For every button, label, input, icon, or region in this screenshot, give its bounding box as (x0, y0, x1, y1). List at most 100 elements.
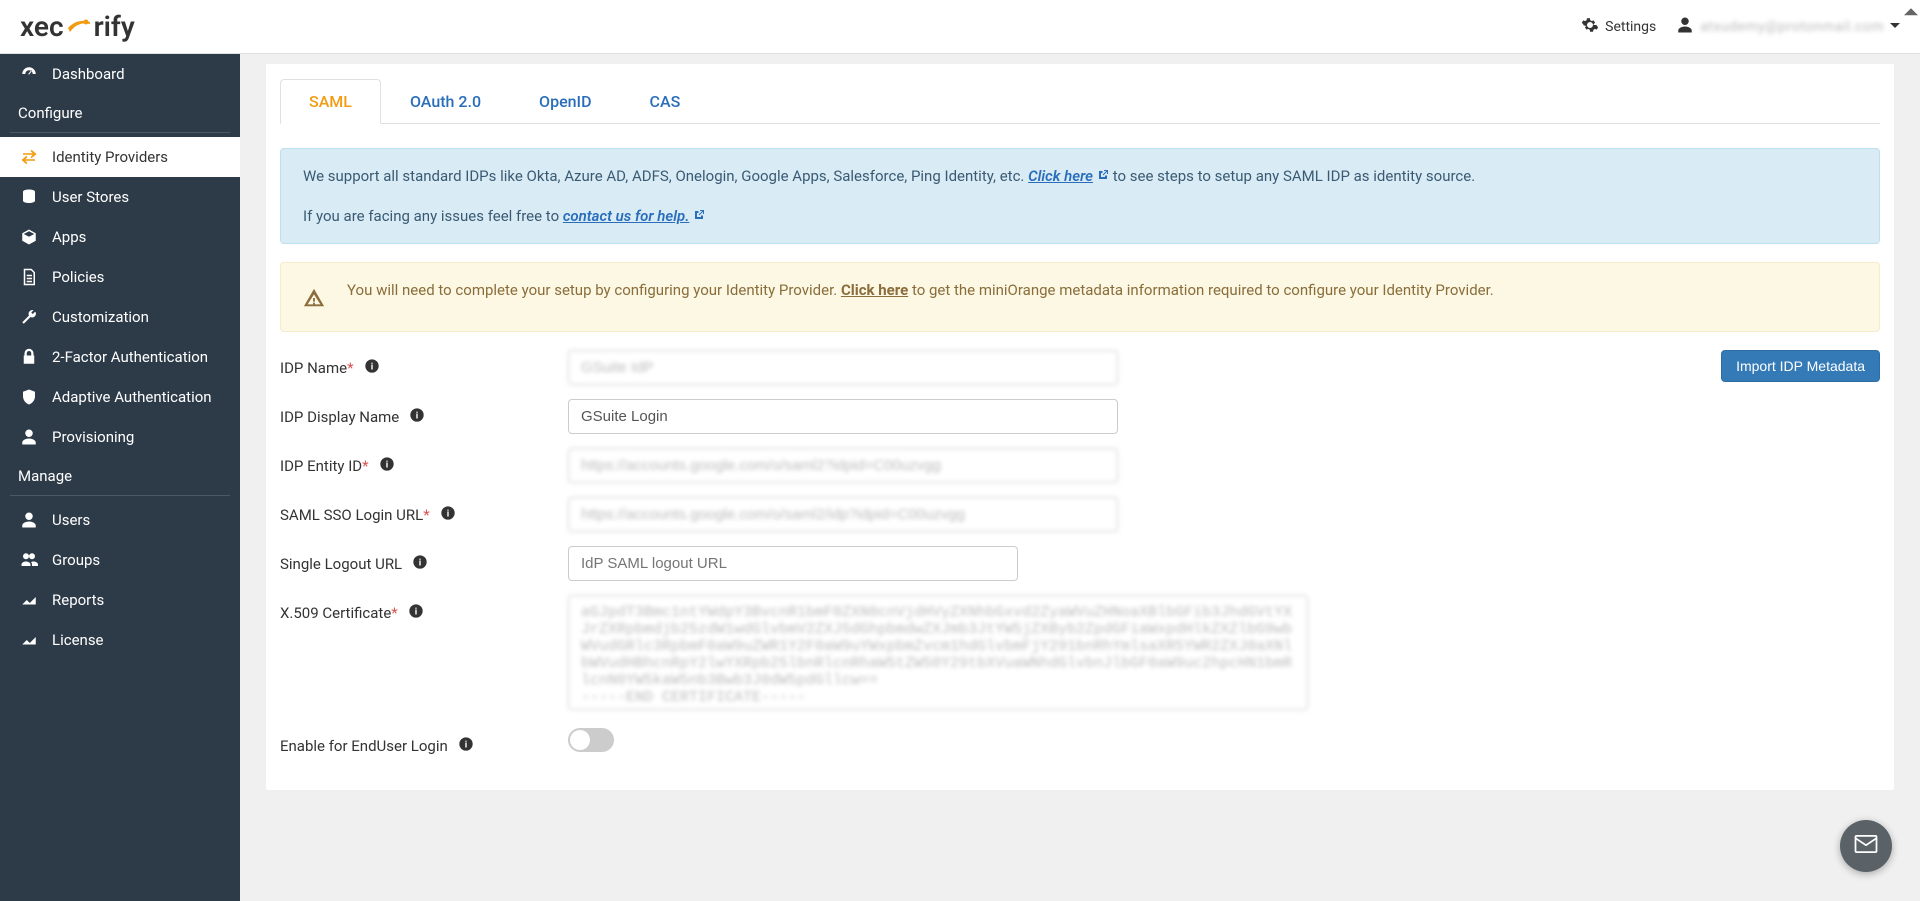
settings-label: Settings (1605, 19, 1656, 35)
logout-url-label: Single Logout URL i (280, 546, 568, 574)
sidebar-label: Groups (52, 551, 100, 569)
contact-fab[interactable] (1840, 820, 1892, 872)
protocol-tabs: SAML OAuth 2.0 OpenID CAS (280, 78, 1880, 124)
tab-openid[interactable]: OpenID (510, 79, 620, 124)
database-icon (18, 188, 40, 206)
lock-icon (18, 348, 40, 366)
enable-enduser-toggle[interactable] (568, 728, 614, 752)
sidebar-label: 2-Factor Authentication (52, 348, 208, 366)
entity-id-input[interactable] (568, 448, 1118, 483)
sidebar-item-provisioning[interactable]: Provisioning (0, 417, 240, 457)
users-icon (18, 551, 40, 569)
file-icon (18, 268, 40, 286)
chart-icon (18, 631, 40, 649)
idp-name-label: IDP Name* i (280, 350, 568, 378)
tab-oauth[interactable]: OAuth 2.0 (381, 79, 510, 124)
entity-id-label: IDP Entity ID* i (280, 448, 568, 476)
chart-icon (18, 591, 40, 609)
sidebar-item-2fa[interactable]: 2-Factor Authentication (0, 337, 240, 377)
svg-text:i: i (446, 508, 448, 519)
shield-icon (18, 388, 40, 406)
external-link-icon (1097, 167, 1109, 185)
sidebar-item-identity-providers[interactable]: Identity Providers (0, 137, 240, 177)
sidebar-item-apps[interactable]: Apps (0, 217, 240, 257)
sidebar-section-manage: Manage (0, 457, 240, 491)
sidebar-label: User Stores (52, 188, 129, 206)
sidebar-label: Provisioning (52, 428, 134, 446)
sidebar-label: Policies (52, 268, 104, 286)
sidebar-label: Customization (52, 308, 149, 326)
cert-textarea[interactable]: aGJpdT3Bmc1ntYWdpY3BvcnR1bmF0ZXN0cnVjdHV… (568, 595, 1308, 710)
info-icon[interactable]: i (364, 358, 380, 378)
divider (10, 495, 230, 496)
user-menu[interactable]: atxudemy@protonmail.com (1676, 16, 1900, 38)
sidebar-item-users[interactable]: Users (0, 500, 240, 540)
alert-text: You will need to complete your setup by … (347, 281, 841, 299)
contact-us-link[interactable]: contact us for help. (563, 207, 706, 225)
sidebar-item-reports[interactable]: Reports (0, 580, 240, 620)
alert-text: to get the miniOrange metadata informati… (912, 281, 1494, 299)
info-icon[interactable]: i (379, 456, 395, 476)
mail-icon (1852, 830, 1880, 862)
sidebar-item-policies[interactable]: Policies (0, 257, 240, 297)
gear-icon (1581, 16, 1599, 38)
user-email: atxudemy@protonmail.com (1700, 19, 1884, 35)
settings-link[interactable]: Settings (1581, 16, 1656, 38)
idp-display-input[interactable] (568, 399, 1118, 434)
sidebar: Dashboard Configure Identity Providers U… (0, 54, 240, 901)
sidebar-item-groups[interactable]: Groups (0, 540, 240, 580)
alert-text: If you are facing any issues feel free t… (303, 207, 563, 225)
cube-icon (18, 228, 40, 246)
idp-name-input[interactable] (568, 350, 1118, 385)
sidebar-label: Users (52, 511, 90, 529)
info-icon[interactable]: i (412, 554, 428, 574)
swoosh-icon (66, 14, 92, 40)
info-icon[interactable]: i (409, 407, 425, 427)
sidebar-section-configure: Configure (0, 94, 240, 128)
info-icon[interactable]: i (440, 505, 456, 525)
sidebar-item-adaptive-auth[interactable]: Adaptive Authentication (0, 377, 240, 417)
svg-text:i: i (419, 557, 421, 568)
sidebar-label: Adaptive Authentication (52, 388, 212, 406)
svg-text:i: i (416, 410, 418, 421)
tab-cas[interactable]: CAS (621, 79, 710, 124)
import-metadata-button[interactable]: Import IDP Metadata (1721, 350, 1880, 382)
wrench-icon (18, 308, 40, 326)
svg-text:i: i (415, 606, 417, 617)
sso-url-label: SAML SSO Login URL* i (280, 497, 568, 525)
sidebar-item-license[interactable]: License (0, 620, 240, 660)
click-here-link[interactable]: Click here (1028, 167, 1109, 185)
sso-url-input[interactable] (568, 497, 1118, 532)
svg-text:i: i (385, 459, 387, 470)
enable-enduser-label: Enable for EndUser Login i (280, 728, 568, 756)
tab-saml[interactable]: SAML (280, 79, 381, 124)
alert-text: to see steps to setup any SAML IDP as id… (1113, 167, 1475, 185)
click-here-warn-link[interactable]: Click here (841, 281, 908, 299)
info-icon[interactable]: i (408, 603, 424, 623)
svg-text:i: i (370, 361, 372, 372)
sidebar-label: Reports (52, 591, 104, 609)
scroll-up-arrow[interactable] (1904, 4, 1918, 22)
topbar: xec rify Settings atxudemy@protonmail.co… (0, 0, 1920, 54)
divider (10, 132, 230, 133)
sidebar-item-dashboard[interactable]: Dashboard (0, 54, 240, 94)
info-alert: We support all standard IDPs like Okta, … (280, 148, 1880, 244)
info-icon[interactable]: i (458, 736, 474, 756)
sidebar-item-user-stores[interactable]: User Stores (0, 177, 240, 217)
sidebar-label: Apps (52, 228, 86, 246)
caret-down-icon (1890, 19, 1900, 35)
main-content: SAML OAuth 2.0 OpenID CAS We support all… (240, 54, 1920, 901)
sidebar-label: License (52, 631, 104, 649)
brand-logo: xec rify (20, 10, 135, 43)
user-icon (18, 511, 40, 529)
alert-text: We support all standard IDPs like Okta, … (303, 167, 1028, 185)
external-link-icon (693, 207, 705, 225)
idp-display-label: IDP Display Name i (280, 399, 568, 427)
sidebar-label: Dashboard (52, 65, 125, 83)
sidebar-label: Identity Providers (52, 148, 168, 166)
sidebar-item-customization[interactable]: Customization (0, 297, 240, 337)
user-icon (18, 428, 40, 446)
exchange-icon (18, 148, 40, 166)
cert-label: X.509 Certificate* i (280, 595, 568, 623)
logout-url-input[interactable] (568, 546, 1018, 581)
